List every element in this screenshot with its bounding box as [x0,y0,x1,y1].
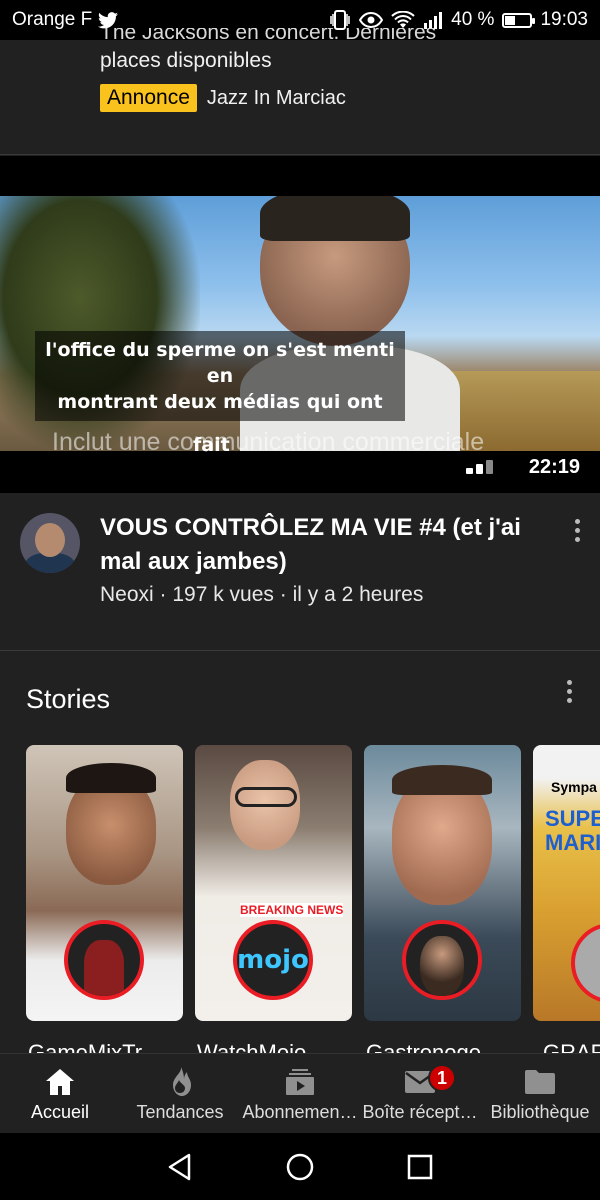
thumbnail-hair [260,196,410,241]
story-game-title: SUPER MARIO [545,806,600,855]
nav-trending[interactable]: Tendances [120,1054,240,1133]
vibrate-icon [330,10,350,30]
home-circle-icon[interactable] [285,1152,315,1182]
battery-icon [502,12,536,28]
video-captions: l'office du sperme on s'est menti en mon… [35,331,405,421]
caption-line: en [206,365,234,387]
video-duration: 22:19 [528,456,580,478]
home-icon [44,1066,76,1098]
nav-library[interactable]: Bibliothèque [480,1054,600,1133]
video-player[interactable]: l'office du sperme on s'est menti en mon… [0,156,600,493]
eye-icon [359,11,384,29]
story-avatar-ring [64,920,144,1000]
avatar-face [35,523,65,557]
story-avatar-ring [402,920,482,1000]
stories-more-icon[interactable] [567,680,573,703]
ad-badge: Annonce [100,84,197,112]
carrier-name: Orange F [12,9,93,30]
inbox-notification-badge: 1 [428,1064,456,1092]
video-title[interactable]: VOUS CONTRÔLEZ MA VIE #4 (et j'ai mal au… [100,511,545,579]
system-nav-bar [0,1133,600,1200]
channel-avatar[interactable] [20,513,80,573]
twitter-icon [98,11,119,28]
nav-label: Bibliothèque [490,1102,590,1122]
story-avatar-ring: mojo [233,920,313,1000]
ad-title-clipped: The Jacksons en concert. Dernières [100,28,580,44]
flame-icon [167,1066,193,1098]
back-icon[interactable] [165,1152,195,1182]
stories-heading: Stories [26,684,111,714]
signal-icon [424,12,443,29]
bottom-nav: Accueil Tendances Abonnemen… 1 Boîte réc… [0,1053,600,1133]
story-overlay-text: BREAKING NEWS [240,903,344,917]
ad-title: places disponibles [100,49,272,72]
commercial-notice: Inclut une communication commerciale [52,428,485,456]
wifi-icon [391,11,415,28]
network-quality-icon [466,460,493,474]
signal-bar [466,468,473,474]
story-card-gamemixtr[interactable] [26,745,183,1021]
caption-line-last: fait [193,434,230,456]
story-hair [392,765,492,795]
caption-line: montrant deux médias qui ont [57,391,383,413]
more-options-icon[interactable] [575,519,581,542]
subscriptions-icon [285,1066,315,1098]
story-card-gastronogo[interactable] [364,745,521,1021]
ad-card[interactable]: The Jacksons en concert. Dernières place… [0,28,600,155]
ad-meta-row: Annonce Jazz In Marciac [100,84,346,112]
stories-carousel[interactable]: GameMixTr BREAKING NEWS mojo WatchMojo G… [0,745,600,1065]
mojo-logo: mojo [237,945,309,975]
ad-title-clipped-text: The Jacksons en concert. Dernières [100,28,437,44]
video-meta: Neoxi · 197 k vues · il y a 2 heures [100,583,424,606]
nav-inbox[interactable]: 1 Boîte récept… [360,1054,480,1133]
ad-advertiser: Jazz In Marciac [206,86,346,109]
story-card-graf[interactable]: Sympa SUPER MARIO [533,745,600,1021]
battery-fill [505,15,516,25]
nav-home[interactable]: Accueil [0,1054,120,1133]
nav-subscriptions[interactable]: Abonnemen… [240,1054,360,1133]
story-avatar-figure [84,940,124,996]
recents-icon[interactable] [405,1152,435,1182]
story-card-watchmojo[interactable]: BREAKING NEWS mojo [195,745,352,1021]
folder-icon [524,1066,556,1098]
nav-label: Abonnemen… [242,1102,358,1122]
story-avatar-figure [420,936,464,996]
nav-label: Accueil [30,1102,90,1122]
signal-bar [486,460,493,474]
story-overlay-text: Sympa [551,779,597,795]
caption-line: l'office du sperme on s'est menti [45,339,395,361]
story-avatar-ring [571,923,600,1003]
story-hair [66,763,156,793]
video-info[interactable]: VOUS CONTRÔLEZ MA VIE #4 (et j'ai mal au… [0,493,600,651]
nav-label: Tendances [136,1102,224,1122]
nav-label: Boîte récept… [362,1102,478,1122]
story-glasses [235,787,297,807]
signal-bar [476,464,483,474]
